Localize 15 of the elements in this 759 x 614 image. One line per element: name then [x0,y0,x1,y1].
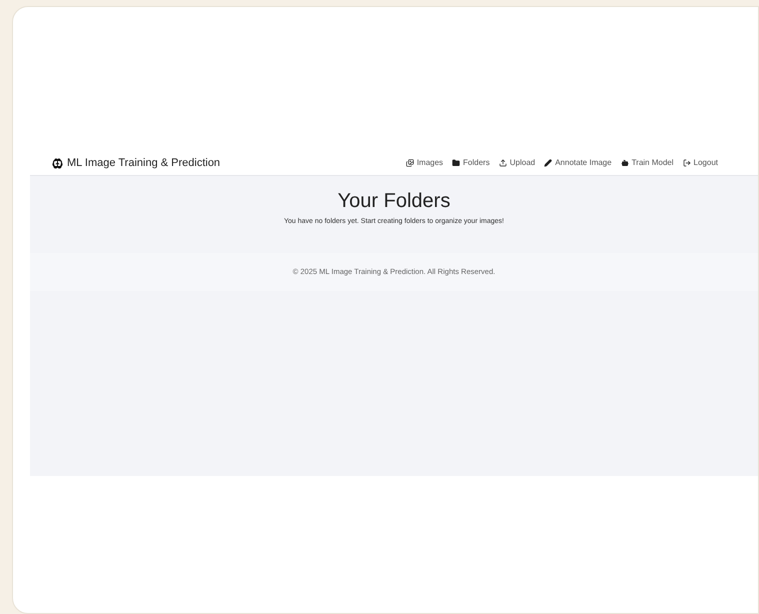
pencil-icon [544,159,552,167]
upload-icon [498,159,507,167]
images-icon [406,159,414,167]
logout-icon [682,159,691,167]
robot-icon [620,159,629,167]
brain-icon [52,158,63,168]
nav-link[interactable]: Logout [682,157,718,169]
nav-link[interactable]: Folders [452,157,490,169]
nav-link[interactable]: Images [406,157,444,169]
folder-icon [452,159,460,167]
page-title: Your Folders [338,189,450,214]
nav-link[interactable]: Upload [498,157,536,169]
nav-link[interactable]: Annotate Image [544,157,612,169]
brand-title[interactable]: ML Image Training & Prediction [67,154,220,172]
nav-link[interactable]: Train Model [620,157,674,169]
